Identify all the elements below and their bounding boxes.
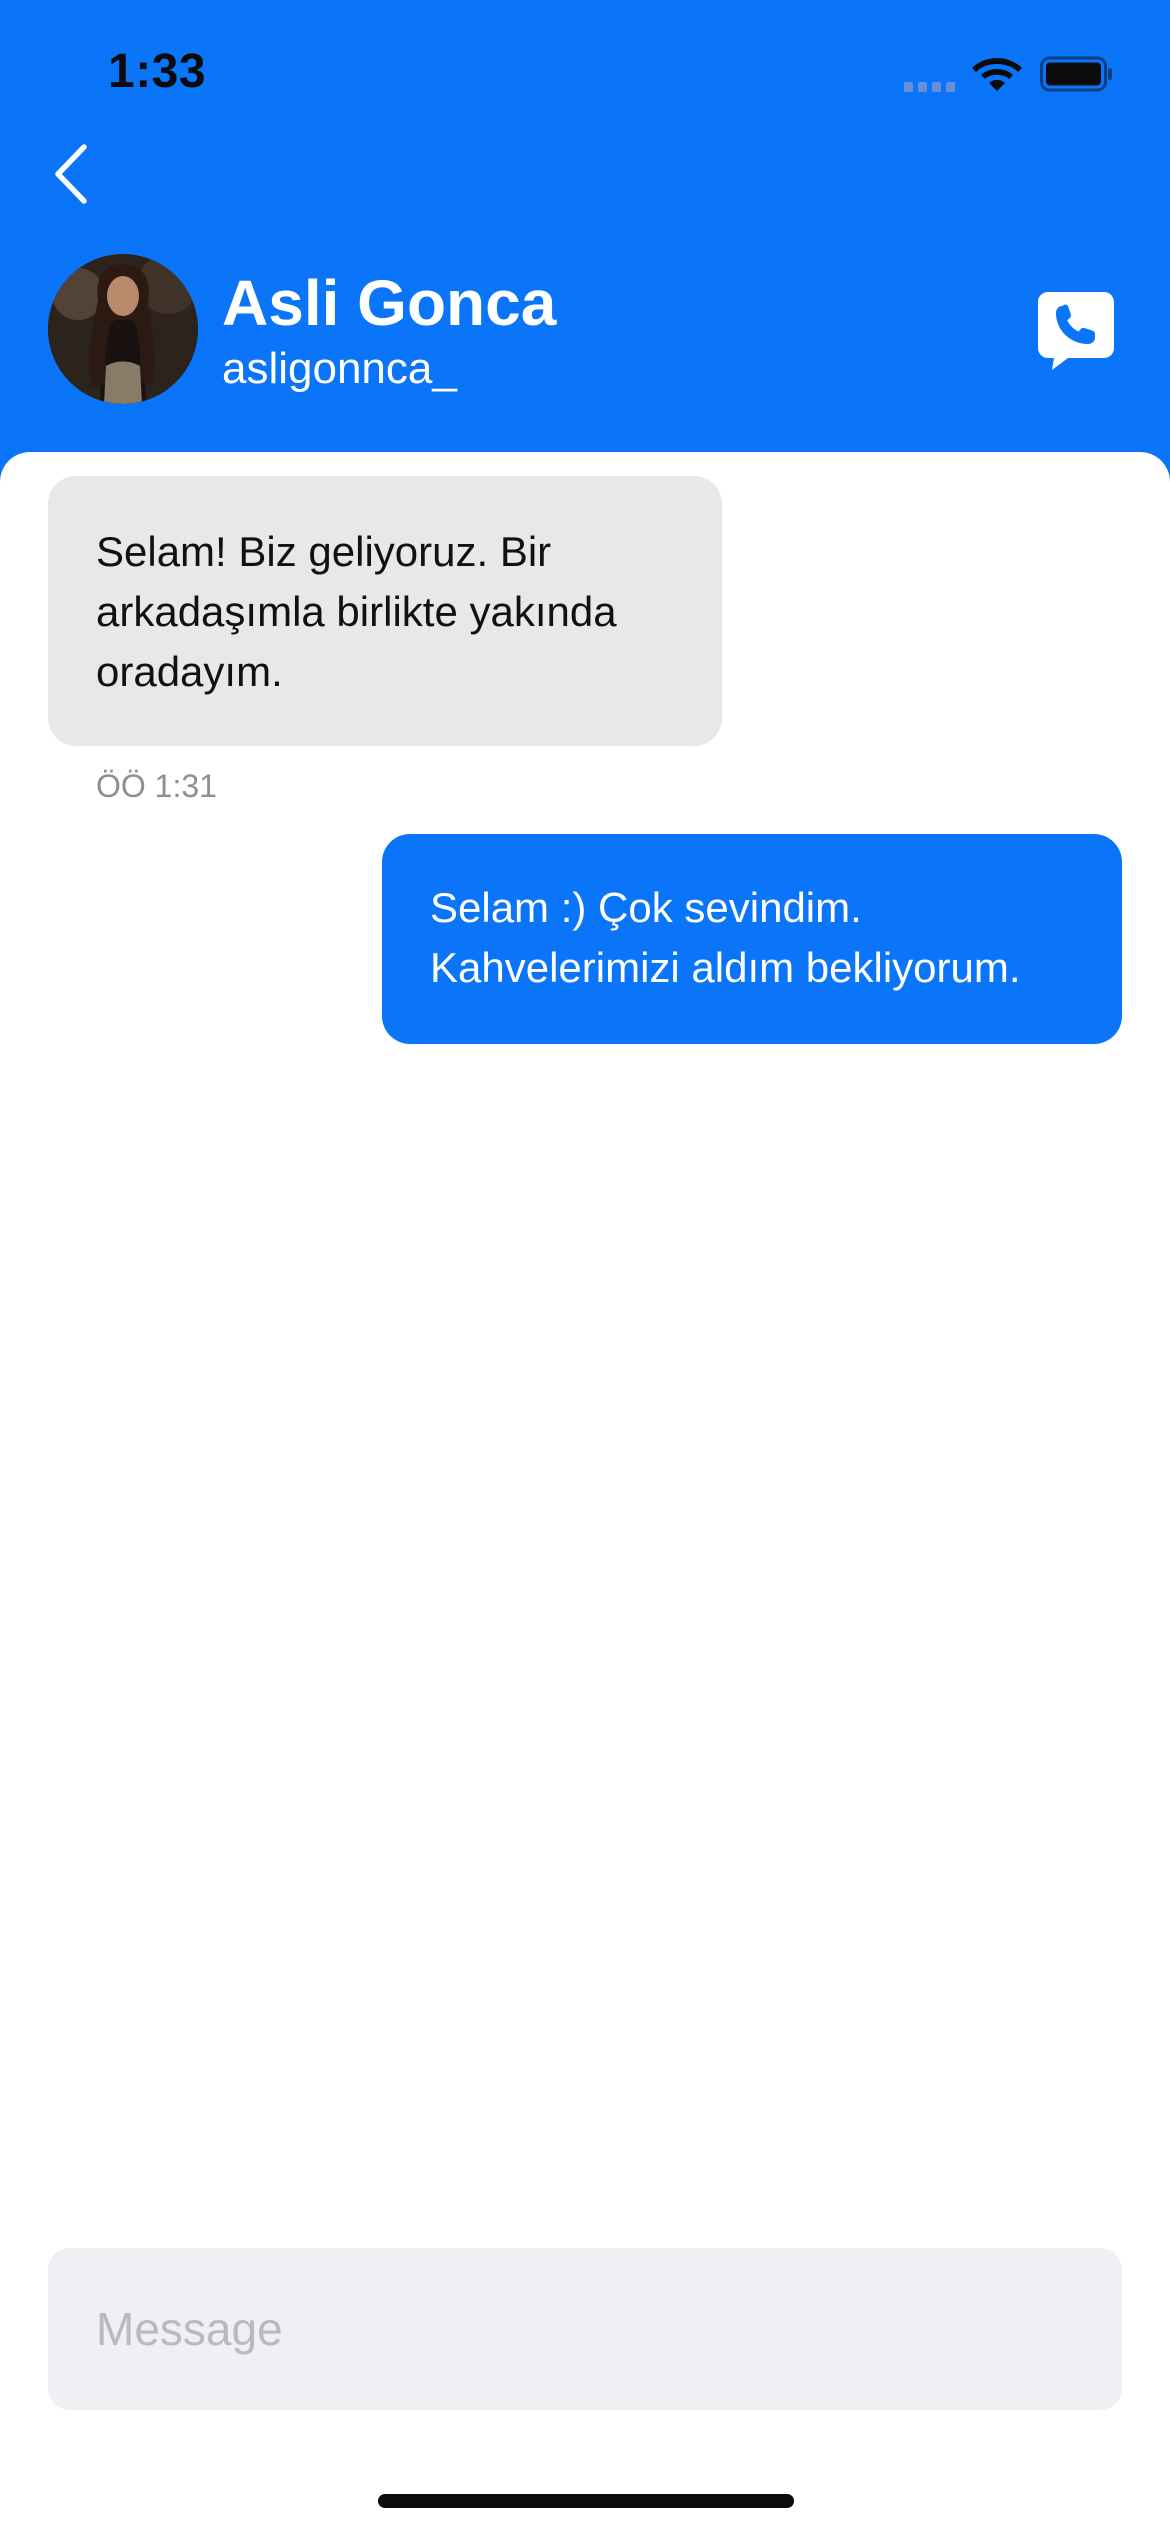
incoming-message-bubble[interactable]: Selam! Biz geliyoruz. Bir arkadaşımla bi…	[48, 476, 722, 746]
wifi-icon	[972, 58, 1022, 91]
outgoing-message-bubble[interactable]: Selam :) Çok sevindim. Kahvelerimizi ald…	[382, 834, 1122, 1044]
back-button[interactable]	[44, 138, 96, 210]
conversation-panel: Selam! Biz geliyoruz. Bir arkadaşımla bi…	[0, 452, 1170, 2532]
call-button[interactable]	[1038, 292, 1114, 370]
cellular-signal-icon	[904, 80, 956, 92]
message-timestamp: ÖÖ 1:31	[96, 768, 217, 804]
home-indicator	[378, 2494, 794, 2508]
contact-username: asligonnca_	[222, 344, 457, 393]
battery-icon	[1040, 56, 1112, 92]
chevron-left-icon	[55, 144, 87, 204]
message-input[interactable]	[48, 2248, 1122, 2410]
avatar-photo	[48, 254, 198, 404]
phone-bubble-icon	[1038, 292, 1114, 370]
chat-screen: 1:33 Asli Gonca asligonnca_ Selam! Biz g…	[0, 0, 1170, 2532]
status-time: 1:33	[108, 45, 207, 98]
contact-name: Asli Gonca	[222, 267, 557, 339]
status-bar: 1:33	[0, 0, 1170, 140]
contact-avatar[interactable]	[48, 254, 198, 404]
